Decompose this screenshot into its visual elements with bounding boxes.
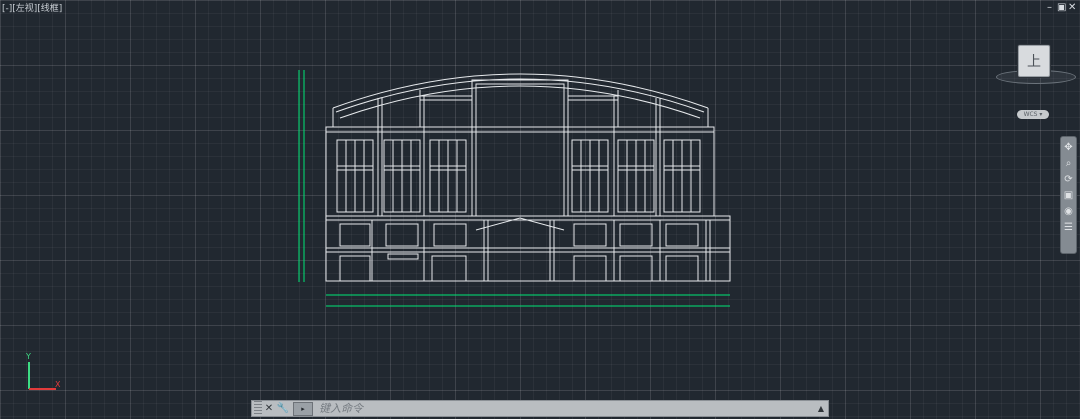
command-line: ✕ 🔧 ▸ ▲ xyxy=(251,400,829,417)
navbar-menu-icon[interactable]: ☰ xyxy=(1063,220,1075,236)
ground-floor-openings xyxy=(339,217,711,282)
command-prompt-icon[interactable]: ▸ xyxy=(293,401,313,416)
wrench-icon[interactable]: 🔧 xyxy=(276,401,290,416)
viewcube-face-label: 上 xyxy=(1027,54,1041,70)
viewcube-face-top[interactable]: 上 xyxy=(1018,45,1050,77)
wheel-icon[interactable]: ◉ xyxy=(1063,204,1075,220)
expand-history-icon[interactable]: ▲ xyxy=(814,404,828,413)
zoom-icon[interactable]: ⌕ xyxy=(1063,156,1075,172)
orbit-icon[interactable]: ⟳ xyxy=(1063,172,1075,188)
elevation-linework xyxy=(325,73,731,282)
upper-windows xyxy=(336,139,701,213)
navigation-bar: ✥ ⌕ ⟳ ▣ ◉ ☰ xyxy=(1060,136,1077,254)
command-line-grip[interactable] xyxy=(254,401,262,416)
ucs-x-label: X xyxy=(55,380,61,389)
ucs-y-label: Y xyxy=(26,352,31,361)
ucs-icon xyxy=(28,362,56,390)
pan-icon[interactable]: ✥ xyxy=(1063,140,1075,156)
command-input[interactable] xyxy=(319,401,814,416)
showmotion-icon[interactable]: ▣ xyxy=(1063,188,1075,204)
wcs-dropdown[interactable]: WCS ▾ xyxy=(1017,110,1049,119)
close-icon[interactable]: ✕ xyxy=(262,401,276,416)
building-elevation-drawing xyxy=(28,70,731,390)
